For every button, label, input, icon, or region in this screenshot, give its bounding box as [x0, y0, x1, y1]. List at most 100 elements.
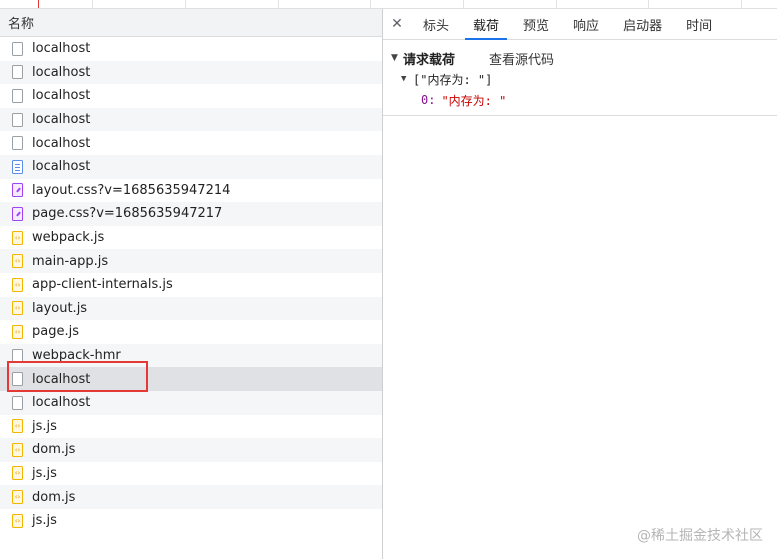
request-payload-section: ▼ 请求载荷 查看源代码 ▼ ["内存为: "] 0: "内存为: ": [383, 40, 777, 116]
request-name: localhost: [32, 135, 91, 151]
request-row[interactable]: page.js: [0, 320, 382, 344]
request-name: js.js: [32, 418, 57, 434]
payload-section-title: 请求载荷: [403, 52, 456, 68]
name-column-label: 名称: [8, 17, 35, 32]
tab-headers[interactable]: 标头: [411, 9, 461, 39]
request-row[interactable]: localhost: [0, 37, 382, 61]
script-icon: [12, 277, 23, 292]
name-column-header[interactable]: 名称: [0, 9, 382, 37]
tab-label: 载荷: [473, 18, 500, 34]
request-name: dom.js: [32, 442, 76, 458]
network-timeline-overview[interactable]: [0, 0, 777, 9]
request-row[interactable]: dom.js: [0, 438, 382, 462]
request-row[interactable]: page.css?v=1685635947217: [0, 202, 382, 226]
request-row[interactable]: layout.js: [0, 296, 382, 321]
request-name: app-client-internals.js: [32, 277, 173, 293]
timeline-divider: [648, 0, 649, 8]
document-icon: [12, 348, 23, 363]
document-icon: [12, 372, 23, 387]
script-icon: [12, 490, 23, 505]
tab-initiator[interactable]: 启动器: [611, 9, 674, 39]
script-icon: [12, 301, 23, 316]
request-row[interactable]: js.js: [0, 462, 382, 486]
request-name: localhost: [32, 88, 91, 104]
tab-label: 启动器: [623, 18, 663, 34]
close-icon[interactable]: ✕: [383, 9, 411, 39]
payload-array-item: 0: "内存为: ": [391, 90, 769, 110]
html-document-icon: [12, 159, 23, 174]
document-icon: [12, 88, 23, 103]
request-name: layout.css?v=1685635947214: [32, 182, 231, 198]
timeline-divider: [278, 0, 279, 8]
request-row[interactable]: localhost: [0, 84, 382, 108]
request-row[interactable]: localhost: [0, 107, 382, 132]
request-name: localhost: [32, 371, 91, 387]
payload-array-node[interactable]: ▼ ["内存为: "]: [391, 68, 769, 90]
expand-triangle-icon[interactable]: ▼: [391, 53, 403, 63]
timeline-divider: [92, 0, 93, 8]
script-icon: [12, 442, 23, 457]
request-row[interactable]: localhost: [0, 390, 382, 415]
watermark: @稀土掘金技术社区: [637, 528, 763, 544]
tab-label: 响应: [573, 18, 600, 34]
request-name: localhost: [32, 64, 91, 80]
request-name: js.js: [32, 513, 57, 529]
request-row[interactable]: webpack.js: [0, 226, 382, 250]
script-icon: [12, 324, 23, 339]
payload-section-header[interactable]: ▼ 请求载荷 查看源代码: [391, 48, 769, 68]
timeline-divider: [556, 0, 557, 8]
request-row[interactable]: layout.css?v=1685635947214: [0, 179, 382, 203]
request-row[interactable]: dom.js: [0, 485, 382, 509]
request-row[interactable]: localhost: [0, 154, 382, 179]
array-index: 0:: [421, 93, 436, 107]
array-value: "内存为: ": [441, 93, 507, 108]
tab-payload[interactable]: 载荷: [461, 9, 511, 40]
request-row[interactable]: js.js: [0, 415, 382, 439]
tab-response[interactable]: 响应: [561, 9, 611, 39]
request-row[interactable]: localhost: [0, 131, 382, 155]
request-row[interactable]: localhost: [0, 367, 382, 391]
request-name: localhost: [32, 41, 91, 57]
view-source-link[interactable]: 查看源代码: [489, 49, 554, 68]
request-rows: localhost localhost localhost localhost …: [0, 37, 382, 532]
document-icon: [12, 112, 23, 127]
request-row[interactable]: localhost: [0, 60, 382, 85]
request-name: localhost: [32, 395, 91, 411]
tab-label: 预览: [523, 18, 550, 34]
array-summary: ["内存为: "]: [413, 72, 493, 87]
request-row[interactable]: app-client-internals.js: [0, 273, 382, 297]
request-name: page.js: [32, 324, 79, 340]
tab-preview[interactable]: 预览: [511, 9, 561, 39]
tab-timing[interactable]: 时间: [674, 9, 724, 39]
request-details-panel: ✕ 标头 载荷 预览 响应 启动器 时间 ▼ 请求载荷 查看源代码 ▼ ["内存…: [383, 9, 777, 559]
stylesheet-icon: [12, 183, 23, 198]
timeline-divider: [185, 0, 186, 8]
request-name: dom.js: [32, 489, 76, 505]
request-name: localhost: [32, 112, 91, 128]
timeline-divider: [370, 0, 371, 8]
load-marker: [38, 0, 39, 8]
request-list-panel: 名称 localhost localhost localhost localho…: [0, 9, 383, 559]
request-row[interactable]: js.js: [0, 509, 382, 533]
timeline-divider: [463, 0, 464, 8]
request-name: page.css?v=1685635947217: [32, 206, 223, 222]
script-icon: [12, 230, 23, 245]
tab-label: 时间: [686, 18, 713, 34]
expand-triangle-icon[interactable]: ▼: [401, 74, 413, 84]
request-name: webpack-hmr: [32, 348, 121, 364]
request-name: layout.js: [32, 300, 88, 316]
document-icon: [12, 41, 23, 56]
script-icon: [12, 419, 23, 434]
tab-label: 标头: [423, 18, 450, 34]
request-name: main-app.js: [32, 253, 109, 269]
request-row[interactable]: main-app.js: [0, 249, 382, 273]
script-icon: [12, 254, 23, 269]
document-icon: [12, 136, 23, 151]
stylesheet-icon: [12, 206, 23, 221]
script-icon: [12, 466, 23, 481]
document-icon: [12, 395, 23, 410]
timeline-divider: [741, 0, 742, 8]
request-name: webpack.js: [32, 230, 105, 246]
request-row[interactable]: webpack-hmr: [0, 343, 382, 368]
request-name: localhost: [32, 159, 91, 175]
